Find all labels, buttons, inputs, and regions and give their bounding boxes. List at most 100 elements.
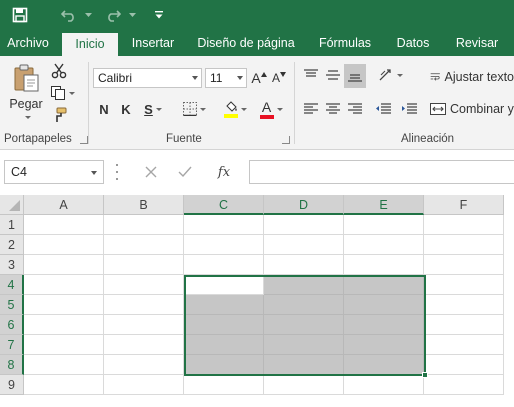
cell-a3[interactable] <box>24 255 104 275</box>
cell-b2[interactable] <box>104 235 184 255</box>
underline-button[interactable]: S <box>140 100 166 118</box>
save-icon[interactable] <box>8 0 32 30</box>
tab-inicio[interactable]: Inicio <box>62 33 118 56</box>
column-header-e[interactable]: E <box>344 195 424 215</box>
column-header-a[interactable]: A <box>24 195 104 215</box>
row-header-1[interactable]: 1 <box>0 215 24 235</box>
borders-button[interactable] <box>180 100 208 118</box>
align-left-icon[interactable] <box>302 100 320 118</box>
cell-c6[interactable] <box>184 315 264 335</box>
customize-qat-icon[interactable] <box>152 0 166 30</box>
cell-b5[interactable] <box>104 295 184 315</box>
font-size-combo[interactable]: 11 <box>205 68 247 88</box>
name-box[interactable]: C4 <box>4 160 104 184</box>
fill-handle[interactable] <box>422 372 428 378</box>
cell-a4[interactable] <box>24 275 104 295</box>
cell-f3[interactable] <box>424 255 504 275</box>
cell-a5[interactable] <box>24 295 104 315</box>
row-header-2[interactable]: 2 <box>0 235 24 255</box>
column-header-c[interactable]: C <box>184 195 264 215</box>
redo-dropdown-icon[interactable] <box>126 0 138 30</box>
row-header-9[interactable]: 9 <box>0 375 24 395</box>
cell-e8[interactable] <box>344 355 424 375</box>
cell-e7[interactable] <box>344 335 424 355</box>
increase-indent-icon[interactable] <box>398 100 420 118</box>
cell-a1[interactable] <box>24 215 104 235</box>
tab-diseno-de-pagina[interactable]: Diseño de página <box>190 30 302 56</box>
cell-c2[interactable] <box>184 235 264 255</box>
tab-archivo[interactable]: Archivo <box>0 30 56 56</box>
cell-d5[interactable] <box>264 295 344 315</box>
cell-a9[interactable] <box>24 375 104 395</box>
paste-dropdown-icon[interactable] <box>20 113 32 121</box>
paste-icon[interactable] <box>6 62 46 94</box>
cell-a2[interactable] <box>24 235 104 255</box>
cell-b3[interactable] <box>104 255 184 275</box>
align-center-icon[interactable] <box>324 100 342 118</box>
undo-icon[interactable] <box>58 0 80 30</box>
formula-input[interactable] <box>249 160 514 184</box>
font-name-combo[interactable]: Calibri <box>93 68 202 88</box>
row-header-5[interactable]: 5 <box>0 295 24 315</box>
cell-f8[interactable] <box>424 355 504 375</box>
cell-e3[interactable] <box>344 255 424 275</box>
cell-e9[interactable] <box>344 375 424 395</box>
cell-e4[interactable] <box>344 275 424 295</box>
undo-dropdown-icon[interactable] <box>82 0 94 30</box>
select-all-button[interactable] <box>0 195 24 215</box>
row-header-3[interactable]: 3 <box>0 255 24 275</box>
cell-d4[interactable] <box>264 275 344 295</box>
align-right-icon[interactable] <box>346 100 364 118</box>
cut-icon[interactable] <box>48 62 70 80</box>
cell-f4[interactable] <box>424 275 504 295</box>
font-color-button[interactable]: A <box>256 98 286 120</box>
cell-c5[interactable] <box>184 295 264 315</box>
cell-d9[interactable] <box>264 375 344 395</box>
decrease-indent-icon[interactable] <box>372 100 394 118</box>
shrink-font-button[interactable]: A <box>270 68 288 88</box>
cell-b7[interactable] <box>104 335 184 355</box>
row-header-8[interactable]: 8 <box>0 355 24 375</box>
cell-e6[interactable] <box>344 315 424 335</box>
insert-function-button[interactable]: fx <box>212 162 236 182</box>
cell-d3[interactable] <box>264 255 344 275</box>
cell-f2[interactable] <box>424 235 504 255</box>
cell-b1[interactable] <box>104 215 184 235</box>
cell-b9[interactable] <box>104 375 184 395</box>
cancel-icon[interactable] <box>140 162 162 182</box>
tab-insertar[interactable]: Insertar <box>124 30 182 56</box>
cell-e2[interactable] <box>344 235 424 255</box>
cell-f9[interactable] <box>424 375 504 395</box>
cell-a6[interactable] <box>24 315 104 335</box>
redo-icon[interactable] <box>102 0 124 30</box>
column-header-f[interactable]: F <box>424 195 504 215</box>
cell-d6[interactable] <box>264 315 344 335</box>
tab-revisar[interactable]: Revisar <box>446 30 508 56</box>
align-middle-icon[interactable] <box>324 66 342 84</box>
cell-c1[interactable] <box>184 215 264 235</box>
align-top-icon[interactable] <box>302 66 320 84</box>
cell-d7[interactable] <box>264 335 344 355</box>
paste-button[interactable]: Pegar <box>8 96 44 112</box>
cell-a7[interactable] <box>24 335 104 355</box>
cell-f1[interactable] <box>424 215 504 235</box>
copy-icon[interactable] <box>48 84 76 102</box>
row-header-6[interactable]: 6 <box>0 315 24 335</box>
cell-f6[interactable] <box>424 315 504 335</box>
grow-font-button[interactable]: A <box>250 68 268 88</box>
orientation-button[interactable] <box>376 66 404 84</box>
align-bottom-icon[interactable] <box>344 64 366 88</box>
cell-b6[interactable] <box>104 315 184 335</box>
wrap-text-button[interactable]: Ajustar texto <box>430 68 514 86</box>
cell-a8[interactable] <box>24 355 104 375</box>
row-header-4[interactable]: 4 <box>0 275 24 295</box>
italic-button[interactable]: K <box>118 100 134 118</box>
cell-d8[interactable] <box>264 355 344 375</box>
check-icon[interactable] <box>174 162 196 182</box>
bold-button[interactable]: N <box>96 100 112 118</box>
cell-c9[interactable] <box>184 375 264 395</box>
cell-b8[interactable] <box>104 355 184 375</box>
row-header-7[interactable]: 7 <box>0 335 24 355</box>
cell-c3[interactable] <box>184 255 264 275</box>
tab-datos[interactable]: Datos <box>388 30 438 56</box>
